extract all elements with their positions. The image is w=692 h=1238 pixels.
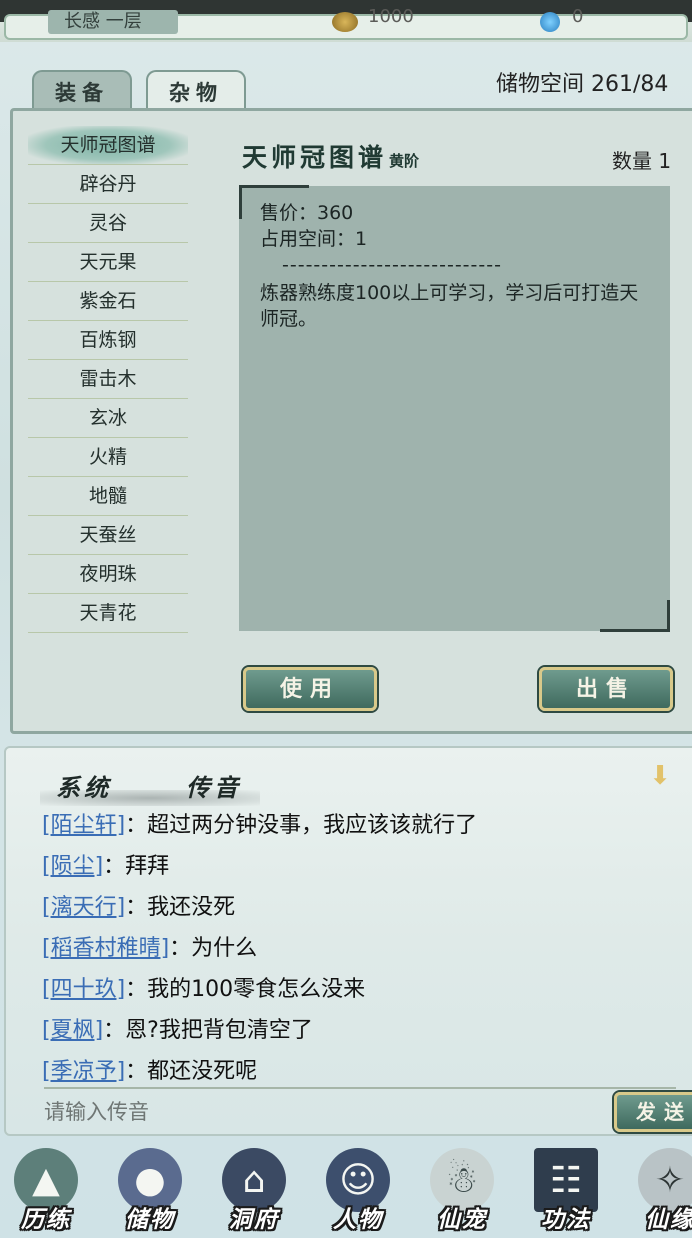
player-name-link[interactable]: [漓天行]: [42, 895, 125, 920]
list-item[interactable]: 辟谷丹: [28, 165, 188, 204]
message-text: ：恩?我把背包清空了: [103, 1018, 313, 1043]
chat-message: [四十玖]：我的100零食怎么没来: [42, 972, 682, 1013]
list-item[interactable]: 灵谷: [28, 204, 188, 243]
item-quantity: 数量 1: [612, 149, 672, 173]
list-item[interactable]: 夜明珠: [28, 555, 188, 594]
coin-count: 1000: [368, 6, 414, 27]
nav-item-storage[interactable]: ● 储物: [100, 1140, 196, 1238]
message-text: ：拜拜: [103, 854, 170, 879]
item-grade: 黄阶: [389, 152, 420, 170]
chat-message: [稻香村稚晴]：为什么: [42, 931, 682, 972]
list-item[interactable]: 雷击木: [28, 360, 188, 399]
message-text: ：为什么: [169, 936, 258, 961]
list-item[interactable]: 百炼钢: [28, 321, 188, 360]
item-space: 占用空间：1: [260, 228, 368, 250]
send-button[interactable]: 发送: [614, 1092, 692, 1132]
list-item[interactable]: 天元果: [28, 243, 188, 282]
player-name-link[interactable]: [陨尘]: [42, 854, 103, 879]
message-text: ：超过两分钟没事，我应该该就行了: [125, 813, 478, 838]
item-description: 售价：360 占用空间：1 --------------------------…: [260, 200, 650, 332]
player-name-link[interactable]: [季凉予]: [42, 1059, 125, 1084]
use-button[interactable]: 使用: [243, 667, 377, 711]
item-list: 天师冠图谱 辟谷丹 灵谷 天元果 紫金石 百炼钢 雷击木 玄冰 火精 地髓 天蚕…: [28, 126, 188, 633]
message-text: ：都还没死呢: [125, 1059, 258, 1084]
item-price: 售价：360: [260, 202, 354, 224]
nav-item-cave[interactable]: ⌂ 洞府: [204, 1140, 300, 1238]
chat-message: [陨尘]：拜拜: [42, 849, 682, 890]
nav-item-character[interactable]: ☺ 人物: [308, 1140, 404, 1238]
description-divider: ----------------------------: [282, 254, 502, 276]
tab-equipment[interactable]: 装备: [32, 70, 132, 112]
gem-count: 0: [572, 6, 584, 27]
player-name-link[interactable]: [夏枫]: [42, 1018, 103, 1043]
list-item[interactable]: 玄冰: [28, 399, 188, 438]
item-effect-text: 炼器熟练度100以上可学习，学习后可打造天师冠。: [260, 282, 639, 330]
bottom-nav: ▲ 历练 ● 储物 ⌂ 洞府 ☺ 人物 ☃ 仙宠 ☷ 功法 ✧ 仙缘: [0, 1140, 692, 1238]
list-item[interactable]: 地髓: [28, 477, 188, 516]
sell-button[interactable]: 出售: [539, 667, 673, 711]
nav-label: 洞府: [229, 1206, 279, 1233]
message-text: ：我的100零食怎么没来: [125, 977, 366, 1002]
chat-messages: [陌尘轩]：超过两分钟没事，我应该该就行了 [陨尘]：拜拜 [漓天行]：我还没死…: [42, 808, 682, 1095]
nav-label: 人物: [333, 1206, 383, 1233]
chat-message: [陌尘轩]：超过两分钟没事，我应该该就行了: [42, 808, 682, 849]
list-item[interactable]: 天青花: [28, 594, 188, 633]
nav-label: 历练: [21, 1206, 71, 1233]
nav-item-fate[interactable]: ✧ 仙缘: [620, 1140, 692, 1238]
list-item[interactable]: 天师冠图谱: [28, 126, 188, 165]
tab-system[interactable]: 系统: [56, 768, 112, 803]
rank-label: 长感 一层: [48, 10, 178, 34]
tab-voice[interactable]: 传音: [186, 768, 242, 803]
nav-item-technique[interactable]: ☷ 功法: [516, 1140, 612, 1238]
list-item[interactable]: 天蚕丝: [28, 516, 188, 555]
input-divider: [44, 1087, 676, 1089]
gem-icon: [540, 12, 560, 32]
message-text: ：我还没死: [125, 895, 236, 920]
nav-label: 功法: [541, 1206, 591, 1233]
nav-label: 仙宠: [437, 1206, 487, 1233]
player-name-link[interactable]: [四十玖]: [42, 977, 125, 1002]
coin-icon: [332, 12, 358, 32]
list-item[interactable]: 紫金石: [28, 282, 188, 321]
chat-message: [漓天行]：我还没死: [42, 890, 682, 931]
collapse-chevron-icon[interactable]: ⬇: [646, 760, 674, 792]
nav-item-pet[interactable]: ☃ 仙宠: [412, 1140, 508, 1238]
top-status-bar: 长感 一层 1000 0: [0, 0, 692, 42]
storage-capacity: 储物空间 261/84: [496, 72, 669, 97]
player-name-link[interactable]: [陌尘轩]: [42, 813, 125, 838]
nav-label: 仙缘: [645, 1206, 692, 1233]
player-name-link[interactable]: [稻香村稚晴]: [42, 936, 169, 961]
list-item[interactable]: 火精: [28, 438, 188, 477]
chat-input[interactable]: [44, 1094, 604, 1130]
nav-item-training[interactable]: ▲ 历练: [0, 1140, 92, 1238]
item-name: 天师冠图谱: [242, 143, 388, 172]
chat-message: [夏枫]：恩?我把背包清空了: [42, 1013, 682, 1054]
item-title: 天师冠图谱 黄阶: [242, 138, 419, 174]
frame-corner-bottom-right: [600, 600, 670, 632]
nav-label: 储物: [125, 1206, 175, 1233]
